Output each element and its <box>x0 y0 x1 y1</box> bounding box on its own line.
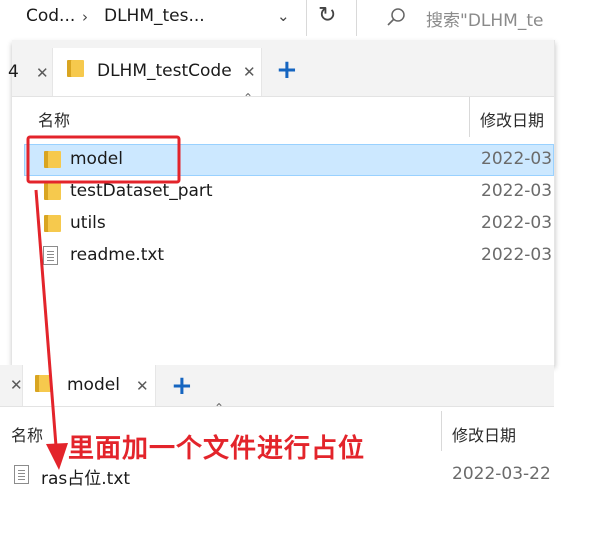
arrow-head <box>46 443 68 470</box>
highlight-box <box>26 135 181 184</box>
arrow-line <box>34 189 58 447</box>
annotation-text: 里面加一个文件进行占位 <box>68 434 366 464</box>
